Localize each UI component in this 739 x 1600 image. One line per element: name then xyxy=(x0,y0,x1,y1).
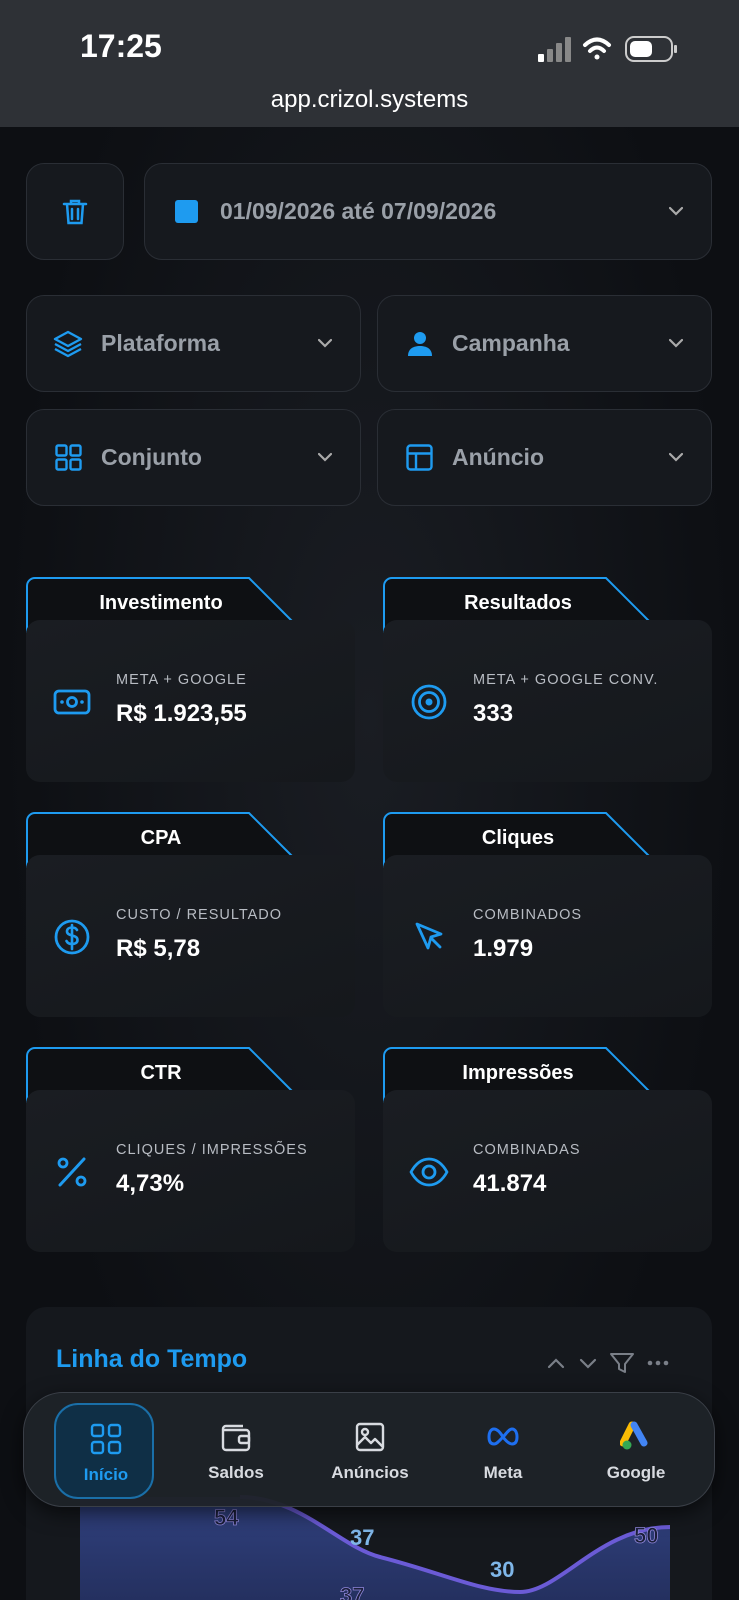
campaign-label: Campanha xyxy=(452,330,570,356)
nav-item-meta[interactable]: Meta xyxy=(453,1403,553,1499)
delete-button[interactable] xyxy=(26,163,124,260)
target-icon xyxy=(411,684,447,720)
chart-point-label: 30 xyxy=(490,1557,514,1582)
wifi-icon xyxy=(583,37,611,60)
more-icon[interactable] xyxy=(647,1360,669,1366)
metric-title: CTR xyxy=(140,1062,182,1084)
timeline-title: Linha do Tempo xyxy=(56,1345,248,1373)
nav-item-saldos[interactable]: Saldos xyxy=(186,1403,286,1499)
date-range-select[interactable]: 01/09/2026 até 07/09/2026 xyxy=(144,163,712,260)
image-icon xyxy=(355,1422,385,1452)
chevron-down-icon xyxy=(318,338,332,348)
metric-subtitle: META + GOOGLE xyxy=(116,672,247,688)
metric-subtitle: COMBINADAS xyxy=(473,1142,581,1158)
nav-label: Início xyxy=(83,1465,129,1484)
adset-label: Conjunto xyxy=(101,444,202,470)
metric-title: Impressões xyxy=(462,1062,574,1084)
platform-select[interactable]: Plataforma xyxy=(26,295,361,392)
trash-icon xyxy=(62,199,88,224)
chevron-down-icon xyxy=(318,452,332,462)
filter-icon[interactable] xyxy=(610,1353,634,1373)
signal-icon xyxy=(538,37,571,62)
browser-status-bar: 17:25 app.crizol.systems xyxy=(0,0,739,127)
metric-subtitle: META + GOOGLE CONV. xyxy=(473,672,659,688)
metric-value: 41.874 xyxy=(473,1170,547,1197)
metric-title: CPA xyxy=(140,827,182,849)
chart-point-label: 37 xyxy=(340,1583,364,1600)
status-icons xyxy=(538,36,677,62)
ad-label: Anúncio xyxy=(452,444,544,470)
layers-icon xyxy=(53,330,83,357)
metric-title: Investimento xyxy=(99,592,223,614)
address-bar[interactable]: app.crizol.systems xyxy=(0,86,739,114)
nav-item-inicio[interactable]: Início xyxy=(54,1403,154,1499)
nav-label: Saldos xyxy=(208,1463,264,1482)
platform-label: Plataforma xyxy=(101,330,220,356)
metric-card: CLIQUES / IMPRESSÕES 4,73% xyxy=(26,1090,355,1252)
chart-point-label: 37 xyxy=(350,1525,374,1550)
metric-value: 4,73% xyxy=(116,1170,185,1197)
chevron-down-icon xyxy=(669,338,683,348)
percent-icon xyxy=(57,1157,87,1187)
chevron-down-icon[interactable] xyxy=(579,1358,597,1369)
metric-value: R$ 1.923,55 xyxy=(116,700,247,727)
chart-point-label: 54 xyxy=(214,1505,239,1530)
ad-select[interactable]: Anúncio xyxy=(377,409,712,506)
chevron-down-icon xyxy=(669,206,683,216)
nav-label: Google xyxy=(606,1463,666,1482)
metric-title: Cliques xyxy=(481,827,555,849)
meta-infinity-icon xyxy=(487,1427,519,1446)
date-range-value: 01/09/2026 até 07/09/2026 xyxy=(220,198,497,224)
metric-value: 1.979 xyxy=(473,935,534,962)
cursor-icon xyxy=(415,922,443,950)
metric-title: Resultados xyxy=(464,592,572,614)
bottom-navigation: Início Saldos Anúncios Meta Google xyxy=(23,1392,715,1507)
eye-icon xyxy=(409,1157,449,1187)
grid-icon xyxy=(90,1423,122,1455)
user-icon xyxy=(408,331,432,356)
calendar-square-icon xyxy=(175,200,198,223)
timeline-controls xyxy=(547,1353,669,1373)
clock: 17:25 xyxy=(80,28,162,64)
nav-label: Anúncios xyxy=(331,1463,409,1482)
chart-area xyxy=(80,1497,670,1600)
chevron-down-icon xyxy=(669,452,683,462)
nav-label: Meta xyxy=(483,1463,523,1482)
metric-card: META + GOOGLE CONV. 333 xyxy=(383,620,712,782)
grid-icon xyxy=(55,444,82,471)
metric-subtitle: COMBINADOS xyxy=(473,907,583,923)
battery-icon xyxy=(625,36,677,62)
money-icon xyxy=(53,689,91,715)
metric-card: COMBINADOS 1.979 xyxy=(383,855,712,1017)
nav-item-anuncios[interactable]: Anúncios xyxy=(320,1403,420,1499)
wallet-icon xyxy=(221,1424,251,1452)
metric-subtitle: CUSTO / RESULTADO xyxy=(116,907,283,923)
metric-card: META + GOOGLE R$ 1.923,55 xyxy=(26,620,355,782)
chevron-up-icon[interactable] xyxy=(547,1358,565,1369)
adset-select[interactable]: Conjunto xyxy=(26,409,361,506)
metric-card: COMBINADAS 41.874 xyxy=(383,1090,712,1252)
layout-icon xyxy=(406,444,433,471)
google-ads-icon xyxy=(620,1421,648,1450)
metric-value: 333 xyxy=(473,700,514,727)
campaign-select[interactable]: Campanha xyxy=(377,295,712,392)
nav-item-google[interactable]: Google xyxy=(586,1403,686,1499)
metric-value: R$ 5,78 xyxy=(116,935,201,962)
chart-point-label: 50 xyxy=(634,1523,658,1548)
dollar-icon xyxy=(54,919,90,955)
metric-subtitle: CLIQUES / IMPRESSÕES xyxy=(116,1142,308,1158)
metric-card: CUSTO / RESULTADO R$ 5,78 xyxy=(26,855,355,1017)
